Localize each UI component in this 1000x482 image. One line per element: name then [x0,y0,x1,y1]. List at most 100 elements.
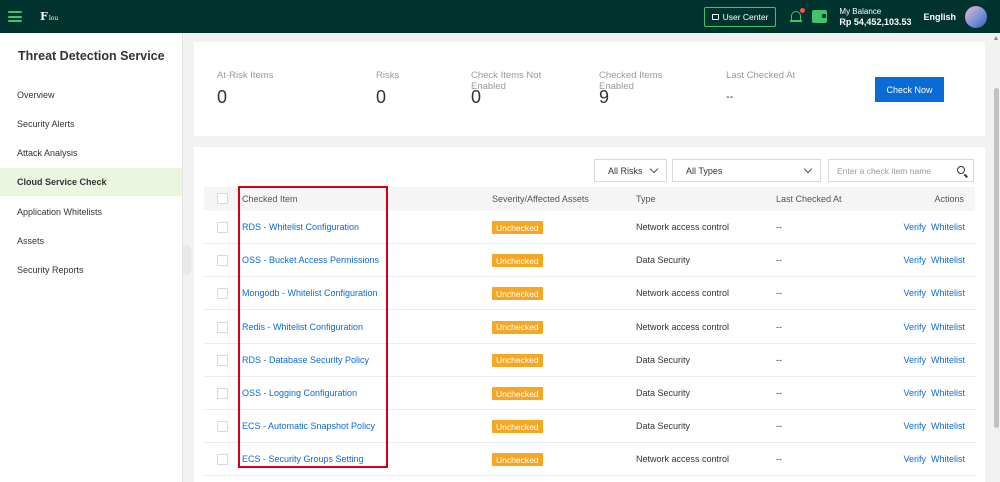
row-checkbox[interactable] [217,222,228,233]
whitelist-link[interactable]: Whitelist [931,421,965,431]
chevron-down-icon [649,164,659,174]
balance-value: Rp 54,452,103.53 [839,16,912,27]
status-badge: Unchecked [492,387,543,400]
whitelist-link[interactable]: Whitelist [931,454,965,464]
menu-icon[interactable] [8,11,22,22]
stat-risks: Risks 0 [376,70,400,107]
notification-dot [800,8,806,13]
avatar[interactable] [965,5,987,28]
sidebar: Threat Detection Service Overview Securi… [0,33,183,482]
row-checkbox[interactable] [217,288,228,300]
type-cell: Network access control [636,288,730,299]
last-checked-cell: -- [776,255,782,266]
sidebar-item-cloud-service-check[interactable]: Cloud Service Check [0,168,182,196]
chevron-down-icon [803,164,813,174]
logo-text: F [40,10,48,23]
verify-link[interactable]: Verify [903,288,926,298]
verify-link[interactable]: Verify [903,222,926,232]
row-actions: Verify Whitelist [903,421,965,431]
whitelist-link[interactable]: Whitelist [931,322,965,332]
highlight-box [238,186,388,468]
top-bar: Flou User Center My Balance Rp 54,452,10… [0,0,1000,33]
last-checked-cell: -- [776,354,782,365]
stat-at-risk-items: At-Risk Items 0 [217,70,274,107]
status-badge: Unchecked [492,254,543,268]
stat-check-items-not-enabled: Check Items Not Enabled 0 [471,70,566,107]
row-actions: Verify Whitelist [903,454,965,464]
sidebar-item-attack-analysis[interactable]: Attack Analysis [0,139,182,167]
last-checked-cell: -- [776,454,782,465]
whitelist-link[interactable]: Whitelist [931,222,965,232]
column-header-severity: Severity/Affected Assets [492,194,589,204]
row-actions: Verify Whitelist [903,255,965,265]
sidebar-item-assets[interactable]: Assets [0,227,182,255]
user-center-label: User Center [722,11,769,22]
search-icon[interactable] [957,166,965,174]
row-checkbox[interactable] [217,454,228,466]
sidebar-item-security-reports[interactable]: Security Reports [0,256,182,284]
scroll-up-icon[interactable] [994,36,998,40]
stat-value: 0 [376,87,387,107]
stat-label: At-Risk Items [217,70,274,81]
last-checked-cell: -- [776,321,782,332]
row-checkbox[interactable] [217,388,228,399]
stat-last-checked-at: Last Checked At -- [726,70,795,103]
stat-value: 0 [217,87,228,107]
monitor-icon [711,13,719,20]
verify-link[interactable]: Verify [903,421,926,431]
status-badge: Unchecked [492,287,543,301]
scrollbar[interactable] [993,33,1000,482]
sidebar-title: Threat Detection Service [18,49,165,63]
row-checkbox[interactable] [217,321,228,333]
logo-sub: lou [48,15,59,22]
risk-filter-value: All Risks [608,165,643,176]
risk-filter-select[interactable]: All Risks [594,159,667,182]
whitelist-link[interactable]: Whitelist [931,288,965,298]
row-checkbox[interactable] [217,255,228,267]
balance-label: My Balance [839,6,882,16]
type-cell: Network access control [636,454,730,465]
row-checkbox[interactable] [217,354,228,366]
status-badge: Unchecked [492,221,543,234]
verify-link[interactable]: Verify [903,255,926,265]
type-filter-select[interactable]: All Types [672,159,821,182]
language-selector[interactable]: English [923,12,956,22]
type-cell: Data Security [636,354,691,365]
search-box [828,159,974,182]
type-cell: Data Security [636,421,691,432]
bell-icon[interactable] [790,8,806,23]
verify-link[interactable]: Verify [903,388,926,398]
whitelist-link[interactable]: Whitelist [931,388,965,398]
scrollbar-thumb[interactable] [994,88,999,428]
whitelist-link[interactable]: Whitelist [931,355,965,365]
sidebar-item-overview[interactable]: Overview [0,81,182,109]
select-all-checkbox[interactable] [217,193,228,204]
verify-link[interactable]: Verify [903,454,926,464]
stat-label: Risks [376,70,400,81]
balance: My Balance Rp 54,452,103.53 [839,7,911,27]
stats-panel: At-Risk Items 0 Risks 0 Check Items Not … [194,42,985,136]
user-center-button[interactable]: User Center [703,6,777,27]
status-badge: Unchecked [492,453,543,467]
status-badge: Unchecked [492,353,543,367]
stat-checked-items-enabled: Checked Items Enabled 9 [599,70,679,107]
type-cell: Network access control [636,321,730,332]
verify-link[interactable]: Verify [903,322,926,332]
verify-link[interactable]: Verify [903,355,926,365]
sidebar-collapse-handle[interactable] [183,245,191,275]
wallet-icon[interactable] [812,10,828,23]
check-now-button[interactable]: Check Now [875,77,944,102]
column-header-actions: Actions [934,194,964,204]
stat-label: Check Items Not Enabled [471,70,542,92]
row-checkbox[interactable] [217,421,228,433]
search-input[interactable] [829,160,954,181]
column-header-type: Type [636,194,656,204]
logo[interactable]: Flou [40,10,58,23]
type-cell: Data Security [636,255,691,266]
sidebar-item-security-alerts[interactable]: Security Alerts [0,110,182,138]
status-badge: Unchecked [492,320,543,334]
whitelist-link[interactable]: Whitelist [931,255,965,265]
sidebar-item-application-whitelists[interactable]: Application Whitelists [0,198,182,226]
row-actions: Verify Whitelist [903,322,965,332]
last-checked-cell: -- [776,288,782,299]
